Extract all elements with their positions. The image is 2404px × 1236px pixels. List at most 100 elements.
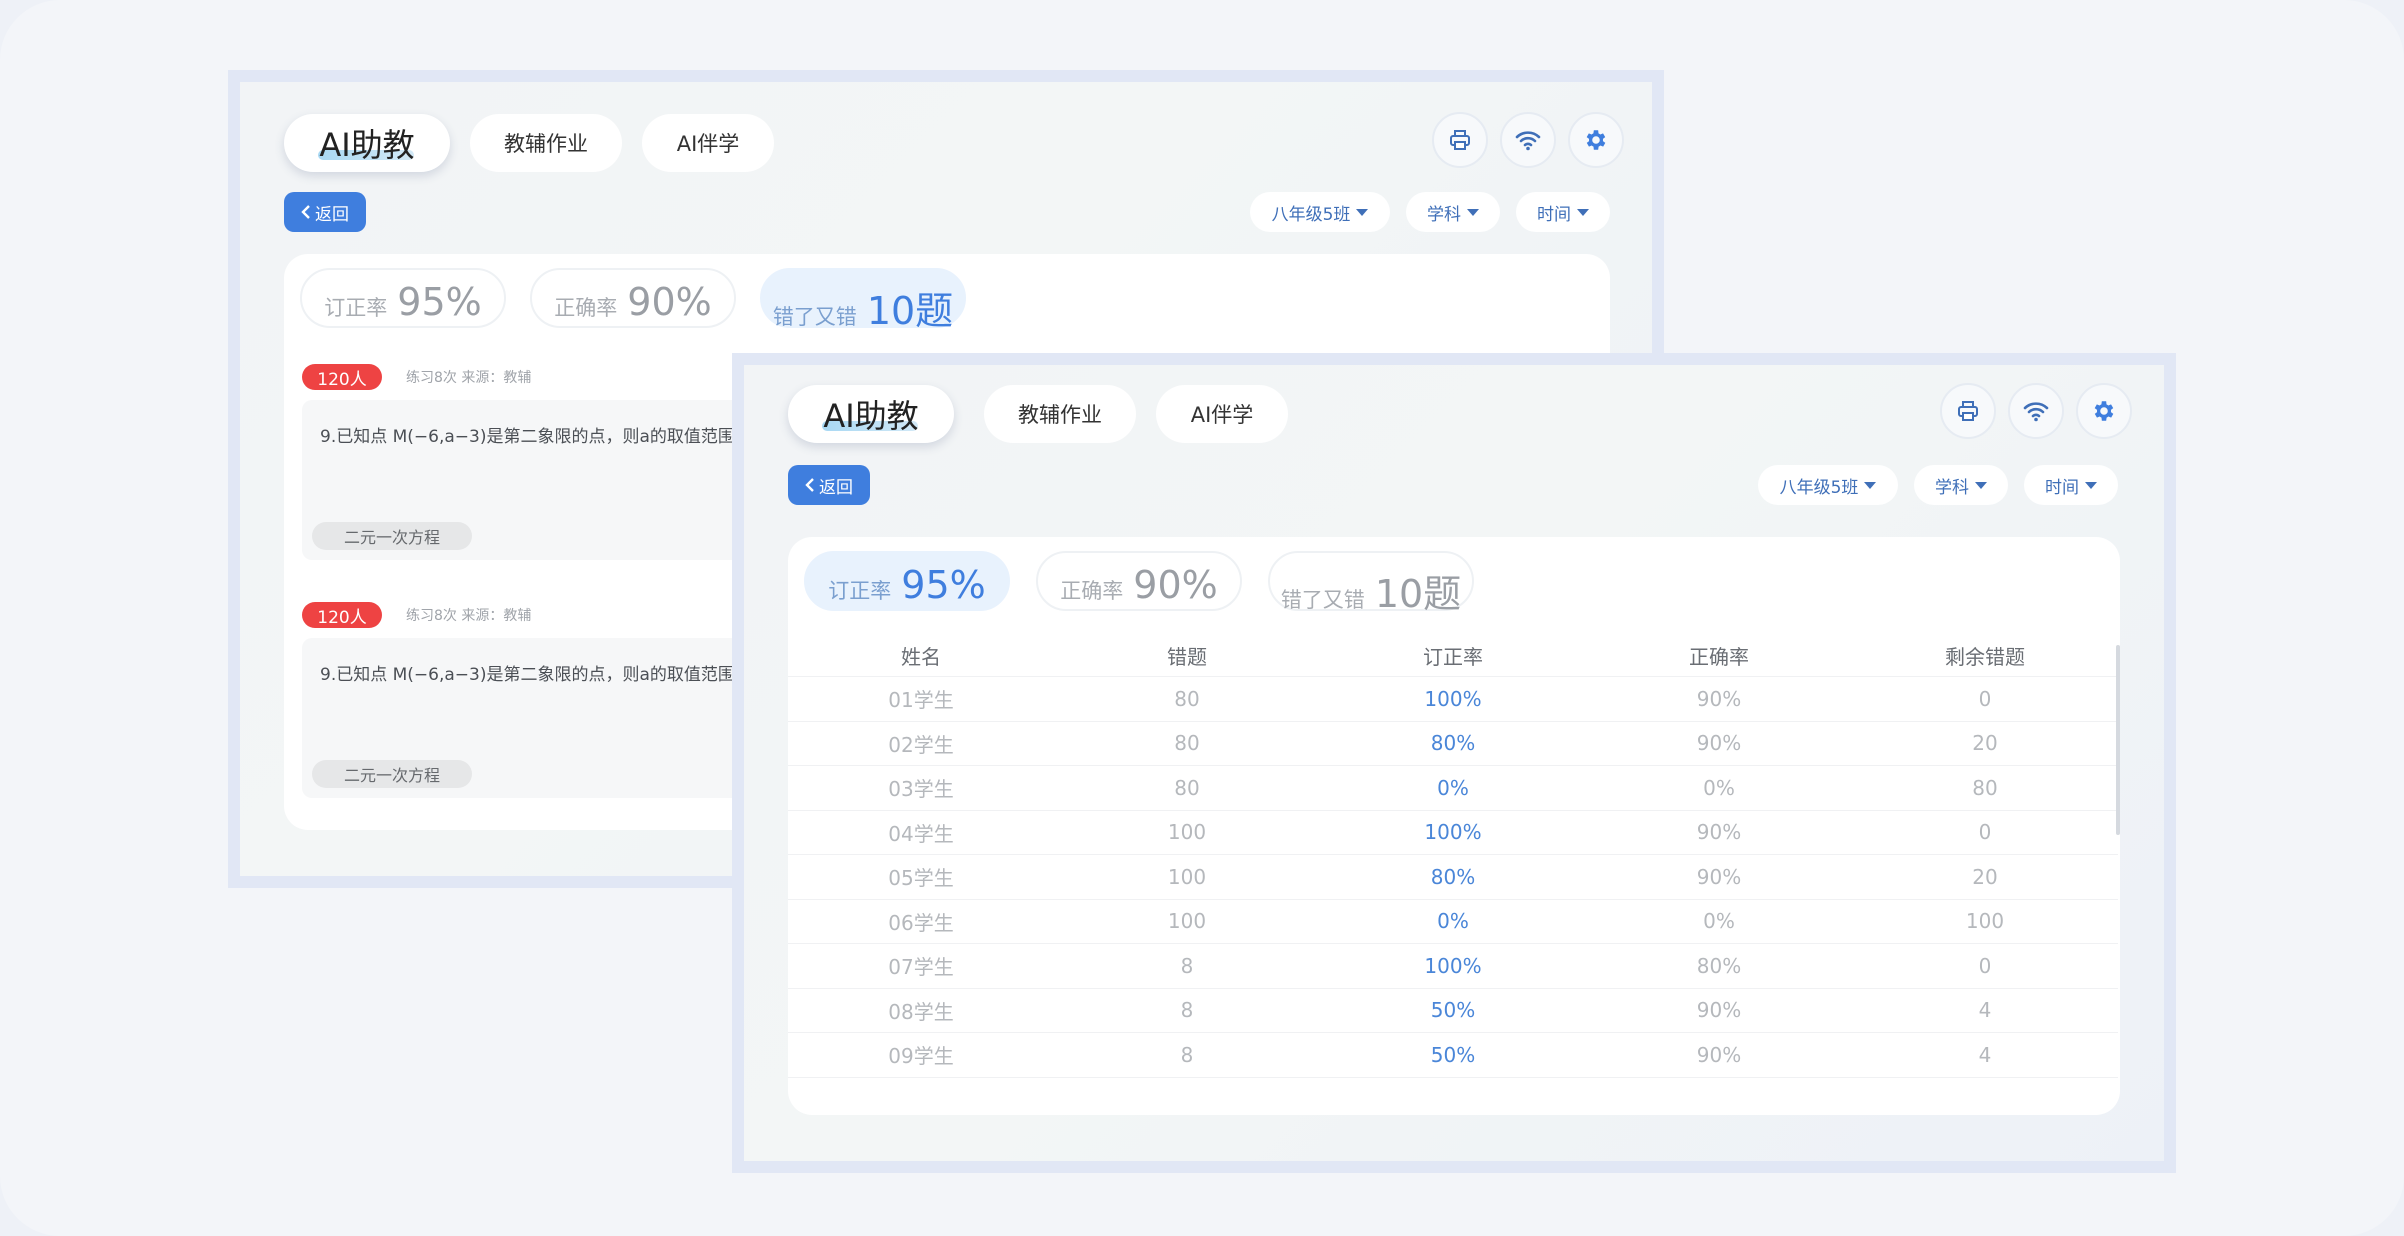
tab-ai-companion[interactable]: AI伴学 — [1156, 385, 1288, 443]
table-scrollbar[interactable] — [2116, 645, 2120, 835]
stat-value: 10题 — [1374, 572, 1462, 616]
canvas: AI助教 教辅作业 AI伴学 返回 八年级5班 学科 时间 订正率 95% 正确… — [0, 0, 2404, 1236]
stat-correction-rate[interactable]: 订正率 95% — [300, 268, 506, 328]
cell-accuracy-rate: 90% — [1696, 731, 1742, 756]
cell-errors: 100 — [1167, 820, 1207, 845]
table-row[interactable]: 02学生 80 80% 90% 20 — [788, 722, 2118, 766]
column-header-accuracy-rate[interactable]: 正确率 — [1586, 641, 1852, 670]
tab-label: AI助教 — [823, 397, 919, 435]
table-row[interactable]: 03学生 80 0% 0% 80 — [788, 766, 2118, 811]
cell-errors: 8 — [1180, 998, 1194, 1023]
class-filter[interactable]: 八年级5班 — [1758, 465, 1898, 505]
settings-button[interactable] — [1568, 112, 1624, 168]
tab-ai-assistant[interactable]: AI助教 — [284, 114, 450, 172]
cell-remaining-errors: 4 — [1978, 998, 1992, 1023]
cell-remaining-errors: 100 — [1965, 909, 2005, 934]
column-header-correction-rate[interactable]: 订正率 — [1320, 641, 1586, 670]
student-table: 姓名 错题 订正率 正确率 剩余错题 01学生 80 100% 90% 0 02学生 80 8… — [788, 635, 2118, 1078]
cell-accuracy-rate: 90% — [1696, 998, 1742, 1023]
chevron-left-icon — [805, 478, 814, 492]
cell-remaining-errors: 80 — [1972, 775, 1998, 800]
table-row[interactable]: 06学生 100 0% 0% 100 — [788, 900, 2118, 944]
back-button[interactable]: 返回 — [284, 192, 366, 232]
column-header-errors[interactable]: 错题 — [1054, 641, 1320, 670]
caret-down-icon — [1356, 208, 1369, 216]
cell-remaining-errors: 20 — [1972, 864, 1998, 889]
cell-correction-rate: 50% — [1430, 1042, 1476, 1067]
tab-label: AI伴学 — [676, 132, 740, 156]
stat-label: 订正率 — [324, 296, 388, 320]
cell-correction-rate: 0% — [1437, 909, 1469, 934]
stat-accuracy-rate[interactable]: 正确率 90% — [530, 268, 736, 328]
time-filter[interactable]: 时间 — [2024, 465, 2118, 505]
stat-accuracy-rate[interactable]: 正确率 90% — [1036, 551, 1242, 611]
filter-label: 时间 — [1537, 204, 1571, 225]
cell-name: 06学生 — [888, 910, 954, 935]
tab-ai-companion[interactable]: AI伴学 — [642, 114, 774, 172]
cell-errors: 8 — [1180, 1042, 1194, 1067]
tab-textbook-homework[interactable]: 教辅作业 — [470, 114, 622, 172]
stat-value: 90% — [627, 280, 712, 324]
caret-down-icon — [1467, 208, 1479, 216]
tab-ai-assistant[interactable]: AI助教 — [788, 385, 954, 443]
stat-label: 正确率 — [1060, 579, 1124, 603]
gear-icon — [1586, 130, 1606, 150]
back-label: 返回 — [819, 477, 853, 498]
filter-label: 八年级5班 — [1271, 204, 1351, 225]
column-header-name[interactable]: 姓名 — [788, 641, 1054, 670]
cell-remaining-errors: 0 — [1978, 686, 1992, 711]
class-filter[interactable]: 八年级5班 — [1250, 192, 1390, 232]
print-button[interactable] — [1940, 383, 1996, 439]
stat-repeat-errors[interactable]: 错了又错 10题 — [1268, 551, 1474, 616]
tab-label: AI伴学 — [1190, 403, 1254, 427]
stat-correction-rate[interactable]: 订正率 95% — [804, 551, 1010, 611]
question-meta: 练习8次 来源：教辅 — [406, 608, 532, 624]
back-button[interactable]: 返回 — [788, 465, 870, 505]
cell-accuracy-rate: 0% — [1703, 909, 1735, 934]
cell-errors: 80 — [1174, 775, 1200, 800]
table-row[interactable]: 04学生 100 100% 90% 0 — [788, 811, 2118, 855]
cell-correction-rate: 100% — [1424, 686, 1482, 711]
tab-textbook-homework[interactable]: 教辅作业 — [984, 385, 1136, 443]
table-row[interactable]: 08学生 8 50% 90% 4 — [788, 989, 2118, 1033]
printer-icon — [1958, 401, 1978, 421]
table-row[interactable]: 05学生 100 80% 90% 20 — [788, 855, 2118, 900]
cell-errors: 8 — [1180, 953, 1194, 978]
settings-button[interactable] — [2076, 383, 2132, 439]
chevron-left-icon — [301, 205, 310, 219]
cell-name: 01学生 — [888, 688, 954, 713]
table-row[interactable]: 01学生 80 100% 90% 0 — [788, 677, 2118, 722]
wifi-button[interactable] — [2008, 383, 2064, 439]
wifi-button[interactable] — [1500, 112, 1556, 168]
cell-remaining-errors: 20 — [1972, 731, 1998, 756]
content-card: 订正率 95% 正确率 90% 错了又错 10题 姓名 错题 订正率 正确率 剩… — [788, 537, 2120, 1115]
stat-value: 90% — [1133, 563, 1218, 607]
time-filter[interactable]: 时间 — [1516, 192, 1610, 232]
cell-errors: 100 — [1167, 864, 1207, 889]
cell-correction-rate: 100% — [1424, 953, 1482, 978]
cell-errors: 80 — [1174, 731, 1200, 756]
tab-label: 教辅作业 — [504, 132, 588, 156]
window-student-table: AI助教 教辅作业 AI伴学 返回 八年级5班 学科 时间 订正率 95% 正确… — [732, 353, 2176, 1173]
table-row[interactable]: 07学生 8 100% 80% 0 — [788, 944, 2118, 989]
print-button[interactable] — [1432, 112, 1488, 168]
stat-repeat-errors[interactable]: 错了又错 10题 — [760, 268, 966, 333]
cell-name: 09学生 — [888, 1044, 954, 1069]
subject-filter[interactable]: 学科 — [1406, 192, 1500, 232]
cell-accuracy-rate: 90% — [1696, 1042, 1742, 1067]
window-inner: AI助教 教辅作业 AI伴学 返回 八年级5班 学科 时间 订正率 95% 正确… — [744, 365, 2164, 1161]
cell-name: 05学生 — [888, 866, 954, 891]
stat-label: 错了又错 — [772, 305, 857, 329]
cell-accuracy-rate: 90% — [1696, 686, 1742, 711]
cell-name: 02学生 — [888, 732, 954, 757]
subject-filter[interactable]: 学科 — [1914, 465, 2008, 505]
cell-accuracy-rate: 80% — [1696, 953, 1742, 978]
wifi-icon — [1515, 131, 1541, 151]
gear-icon — [2094, 401, 2114, 421]
cell-correction-rate: 0% — [1437, 775, 1469, 800]
table-row[interactable]: 09学生 8 50% 90% 4 — [788, 1033, 2118, 1078]
cell-correction-rate: 50% — [1430, 998, 1476, 1023]
cell-remaining-errors: 4 — [1978, 1042, 1992, 1067]
column-header-remaining-errors[interactable]: 剩余错题 — [1852, 641, 2118, 670]
cell-errors: 80 — [1174, 686, 1200, 711]
